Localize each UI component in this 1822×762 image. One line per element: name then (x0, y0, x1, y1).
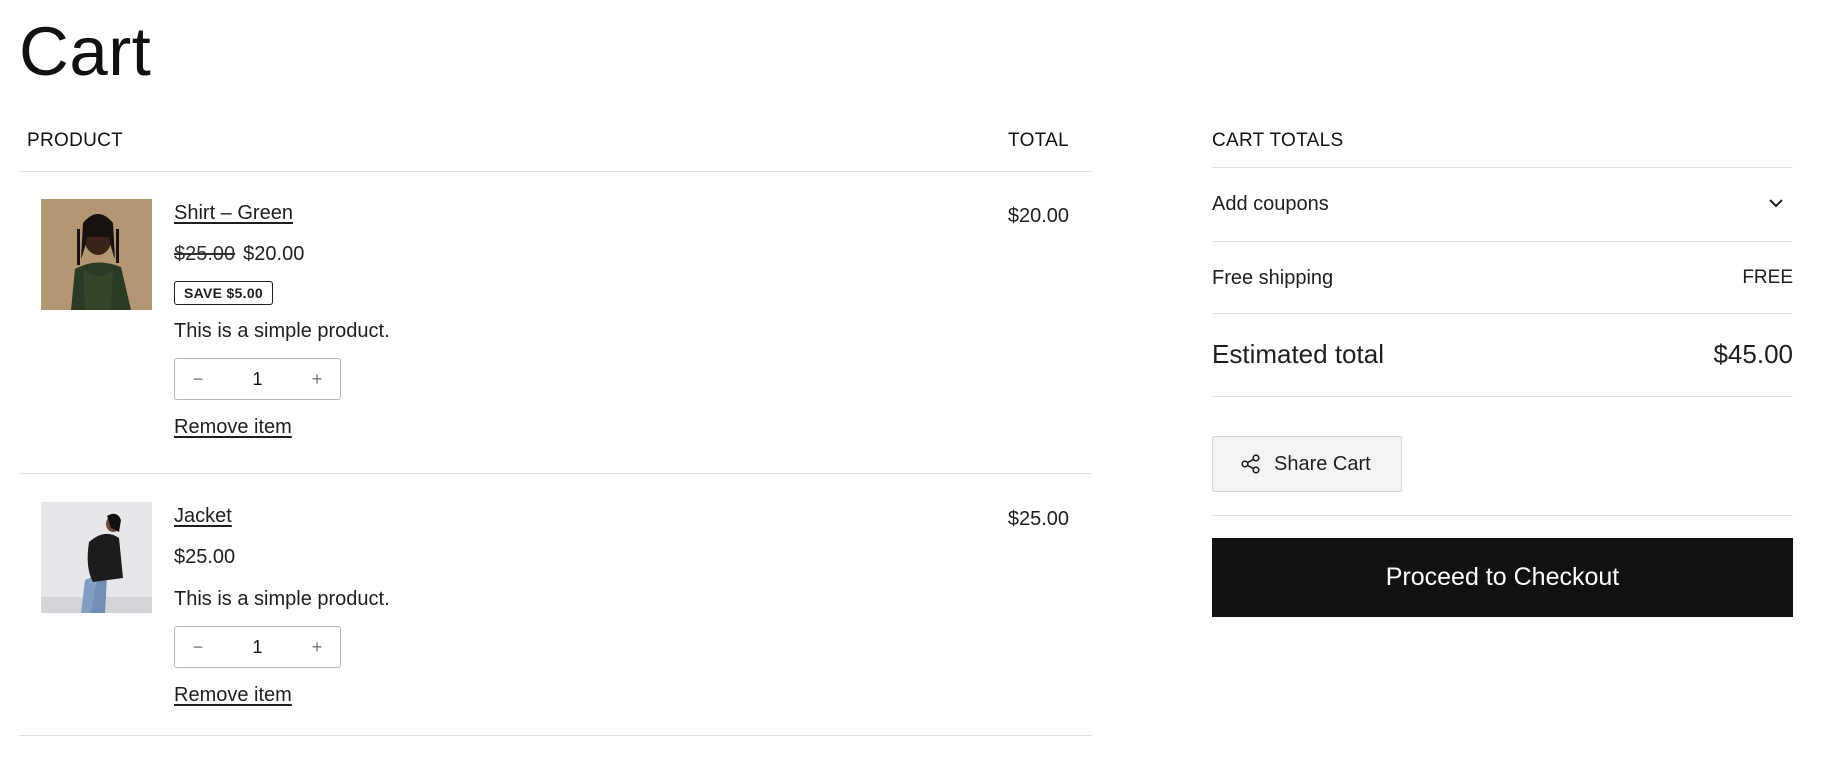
product-thumbnail[interactable] (41, 199, 152, 310)
line-total: $25.00 (1007, 508, 1069, 530)
add-coupons-toggle[interactable]: Add coupons (1212, 168, 1793, 242)
product-details: Shirt – Green $25.00 $20.00 Save $5.00 Th… (174, 199, 390, 441)
quantity-stepper: − 1 + (174, 358, 341, 400)
estimated-total-row: Estimated total $45.00 (1212, 314, 1793, 397)
share-cart-label: Share Cart (1274, 452, 1371, 475)
increase-quantity-button[interactable]: + (294, 359, 340, 399)
product-prices: $25.00 $20.00 (174, 240, 390, 268)
product-details: Jacket $25.00 This is a simple product. … (174, 502, 390, 709)
regular-price: $25.00 (174, 243, 236, 265)
increase-quantity-button[interactable]: + (294, 627, 340, 667)
product-prices: $25.00 (174, 543, 390, 571)
shipping-label: Free shipping (1212, 267, 1334, 289)
cart-totals-title: Cart totals (1212, 120, 1793, 168)
remove-item-link[interactable]: Remove item (174, 681, 292, 709)
proceed-to-checkout-button[interactable]: Proceed to Checkout (1212, 538, 1793, 617)
cart-totals-panel: Cart totals Add coupons Free shipping FR… (1212, 120, 1793, 617)
product-description: This is a simple product. (174, 320, 390, 342)
share-icon (1240, 453, 1262, 475)
share-section: Share Cart (1212, 397, 1793, 516)
product-name-link[interactable]: Shirt – Green (174, 199, 293, 227)
table-row: Shirt – Green $25.00 $20.00 Save $5.00 Th… (19, 172, 1092, 474)
decrease-quantity-button[interactable]: − (175, 359, 221, 399)
quantity-input[interactable]: 1 (221, 359, 294, 399)
page-title: Cart (19, 13, 152, 90)
shipping-value: FREE (1742, 267, 1793, 288)
sale-price: $20.00 (243, 243, 305, 265)
shipping-row: Free shipping FREE (1212, 242, 1793, 314)
header-total: Total (1008, 130, 1069, 151)
decrease-quantity-button[interactable]: − (175, 627, 221, 667)
product-thumbnail[interactable] (41, 502, 152, 613)
share-cart-button[interactable]: Share Cart (1212, 436, 1402, 492)
savings-badge: Save $5.00 (174, 281, 274, 305)
product-name-link[interactable]: Jacket (174, 502, 232, 530)
product-description: This is a simple product. (174, 588, 390, 610)
estimated-total-label: Estimated total (1212, 339, 1384, 369)
header-product: Product (27, 130, 124, 151)
add-coupons-label: Add coupons (1212, 193, 1329, 215)
quantity-input[interactable]: 1 (221, 627, 294, 667)
cart-items-table: Product Total Shirt – Green $25.00 $20.00… (19, 120, 1092, 736)
chevron-down-icon[interactable] (1767, 196, 1785, 210)
table-row: Jacket $25.00 This is a simple product. … (19, 474, 1092, 736)
quantity-stepper: − 1 + (174, 626, 341, 668)
line-total: $20.00 (1007, 205, 1069, 227)
price: $25.00 (174, 546, 236, 568)
estimated-total-value: $45.00 (1713, 339, 1793, 369)
table-header: Product Total (19, 120, 1092, 172)
remove-item-link[interactable]: Remove item (174, 413, 292, 441)
